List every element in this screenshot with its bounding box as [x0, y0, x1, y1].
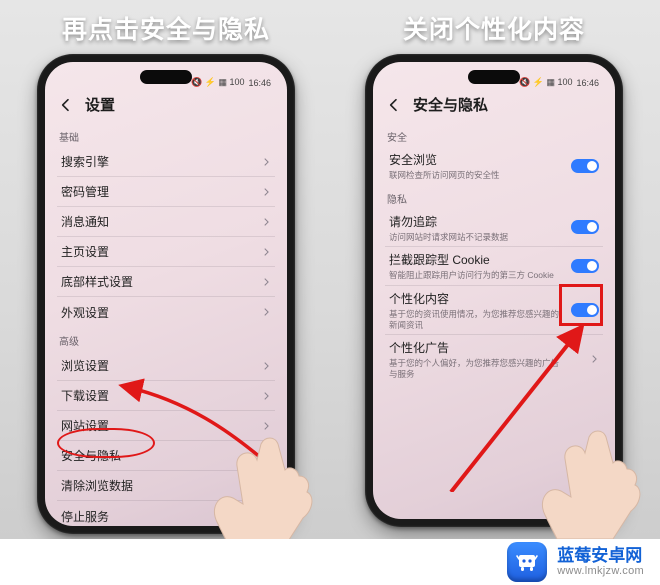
footer-title: 蓝莓安卓网	[557, 546, 644, 566]
row-label: 个性化广告	[389, 339, 559, 356]
right-device: 🔇 ⚡ ▦ 100 16:46 安全与隐私 安全 安全浏览 联网检查	[365, 54, 623, 527]
row-do-not-track[interactable]: 请勿追踪 访问网站时请求网站不记录数据	[385, 209, 603, 248]
list-basic: 搜索引擎 密码管理 消息通知 主页设置 底部样式设置 外观设置	[45, 147, 287, 327]
row-homepage[interactable]: 主页设置	[57, 237, 275, 267]
row-stop-service[interactable]: 停止服务	[57, 501, 275, 526]
left-instruction: 再点击安全与隐私	[62, 10, 270, 46]
section-label-basic: 基础	[45, 123, 287, 147]
status-icons: 🔇 ⚡ ▦ 100	[191, 77, 244, 88]
row-label: 停止服务	[61, 508, 109, 525]
row-label: 网站设置	[61, 417, 109, 434]
right-instruction: 关闭个性化内容	[403, 10, 585, 46]
row-browsing[interactable]: 浏览设置	[57, 351, 275, 381]
list-advanced: 浏览设置 下载设置 网站设置 安全与隐私 清除浏览数据 停止服务	[45, 351, 287, 526]
page-title: 安全与隐私	[413, 94, 488, 115]
chevron-right-icon	[261, 361, 271, 371]
chevron-right-icon	[261, 307, 271, 317]
row-sub: 基于您的个人偏好，为您推荐您感兴趣的广告与服务	[389, 358, 559, 379]
toggle-switch[interactable]	[571, 303, 599, 317]
page-title: 设置	[85, 94, 115, 115]
title-bar: 安全与隐私	[373, 88, 615, 123]
toggle-switch[interactable]	[571, 220, 599, 234]
chevron-right-icon	[261, 511, 271, 521]
row-label: 外观设置	[61, 304, 109, 321]
row-sub: 联网检查所访问网页的安全性	[389, 170, 500, 181]
row-label: 浏览设置	[61, 357, 109, 374]
right-panel: 关闭个性化内容 🔇 ⚡ ▦ 100 16:46 安全与隐私 安	[336, 10, 652, 527]
row-notifications[interactable]: 消息通知	[57, 207, 275, 237]
chevron-right-icon	[261, 247, 271, 257]
row-block-cookies[interactable]: 拦截跟踪型 Cookie 智能阻止跟踪用户访问行为的第三方 Cookie	[385, 247, 603, 286]
status-right: 🔇 ⚡ ▦ 100 16:46	[519, 77, 599, 88]
right-screen: 🔇 ⚡ ▦ 100 16:46 安全与隐私 安全 安全浏览 联网检查	[373, 62, 615, 519]
camera-cutout	[468, 70, 520, 84]
camera-cutout	[140, 70, 192, 84]
back-icon[interactable]	[57, 96, 75, 114]
chevron-right-icon	[261, 187, 271, 197]
toggle-switch[interactable]	[571, 259, 599, 273]
chevron-right-icon	[261, 451, 271, 461]
row-sub: 智能阻止跟踪用户访问行为的第三方 Cookie	[389, 270, 554, 281]
row-search-engine[interactable]: 搜索引擎	[57, 147, 275, 177]
row-sub: 访问网站时请求网站不记录数据	[389, 232, 508, 243]
status-icons: 🔇 ⚡ ▦ 100	[519, 77, 572, 88]
row-label: 安全与隐私	[61, 447, 121, 464]
chevron-right-icon	[261, 217, 271, 227]
status-time: 16:46	[576, 78, 599, 88]
chevron-right-icon	[261, 481, 271, 491]
row-personalized-content[interactable]: 个性化内容 基于您的资讯使用情况，为您推荐您感兴趣的新闻资讯	[385, 286, 603, 335]
title-bar: 设置	[45, 88, 287, 123]
row-label: 消息通知	[61, 213, 109, 230]
section-label-advanced: 高级	[45, 327, 287, 351]
row-sub: 基于您的资讯使用情况，为您推荐您感兴趣的新闻资讯	[389, 309, 559, 330]
chevron-right-icon	[261, 157, 271, 167]
row-label: 清除浏览数据	[61, 477, 133, 494]
footer-logo-icon	[507, 542, 547, 582]
row-label: 底部样式设置	[61, 273, 133, 290]
row-label: 主页设置	[61, 243, 109, 260]
chevron-right-icon	[261, 391, 271, 401]
row-label: 请勿追踪	[389, 213, 508, 230]
list-security: 安全浏览 联网检查所访问网页的安全性	[373, 147, 615, 185]
row-label: 安全浏览	[389, 151, 500, 168]
status-right: 🔇 ⚡ ▦ 100 16:46	[191, 77, 271, 88]
row-safe-browsing[interactable]: 安全浏览 联网检查所访问网页的安全性	[385, 147, 603, 185]
toggle-switch[interactable]	[571, 159, 599, 173]
footer-watermark: 蓝莓安卓网 www.lmkjzw.com	[0, 539, 660, 585]
section-label-privacy: 隐私	[373, 185, 615, 209]
row-downloads[interactable]: 下载设置	[57, 381, 275, 411]
row-password-mgmt[interactable]: 密码管理	[57, 177, 275, 207]
row-security-privacy[interactable]: 安全与隐私	[57, 441, 275, 471]
chevron-right-icon	[589, 354, 599, 364]
back-icon[interactable]	[385, 96, 403, 114]
section-label-security: 安全	[373, 123, 615, 147]
row-label: 个性化内容	[389, 290, 559, 307]
row-label: 下载设置	[61, 387, 109, 404]
list-privacy: 请勿追踪 访问网站时请求网站不记录数据 拦截跟踪型 Cookie 智能阻止跟踪用…	[373, 209, 615, 384]
row-sites[interactable]: 网站设置	[57, 411, 275, 441]
row-label: 搜索引擎	[61, 153, 109, 170]
row-appearance[interactable]: 外观设置	[57, 297, 275, 327]
row-personalized-ads[interactable]: 个性化广告 基于您的个人偏好，为您推荐您感兴趣的广告与服务	[385, 335, 603, 383]
left-panel: 再点击安全与隐私 🔇 ⚡ ▦ 100 16:46 设置 基础	[8, 10, 324, 527]
footer-text: 蓝莓安卓网 www.lmkjzw.com	[557, 546, 644, 578]
chevron-right-icon	[261, 277, 271, 287]
row-clear-data[interactable]: 清除浏览数据	[57, 471, 275, 501]
chevron-right-icon	[261, 421, 271, 431]
row-label: 密码管理	[61, 183, 109, 200]
status-time: 16:46	[248, 78, 271, 88]
left-screen: 🔇 ⚡ ▦ 100 16:46 设置 基础 搜索引擎 密码管理 消息通知 主页设…	[45, 62, 287, 526]
left-device: 🔇 ⚡ ▦ 100 16:46 设置 基础 搜索引擎 密码管理 消息通知 主页设…	[37, 54, 295, 534]
footer-url: www.lmkjzw.com	[557, 565, 644, 578]
row-label: 拦截跟踪型 Cookie	[389, 251, 554, 268]
row-bottom-style[interactable]: 底部样式设置	[57, 267, 275, 297]
